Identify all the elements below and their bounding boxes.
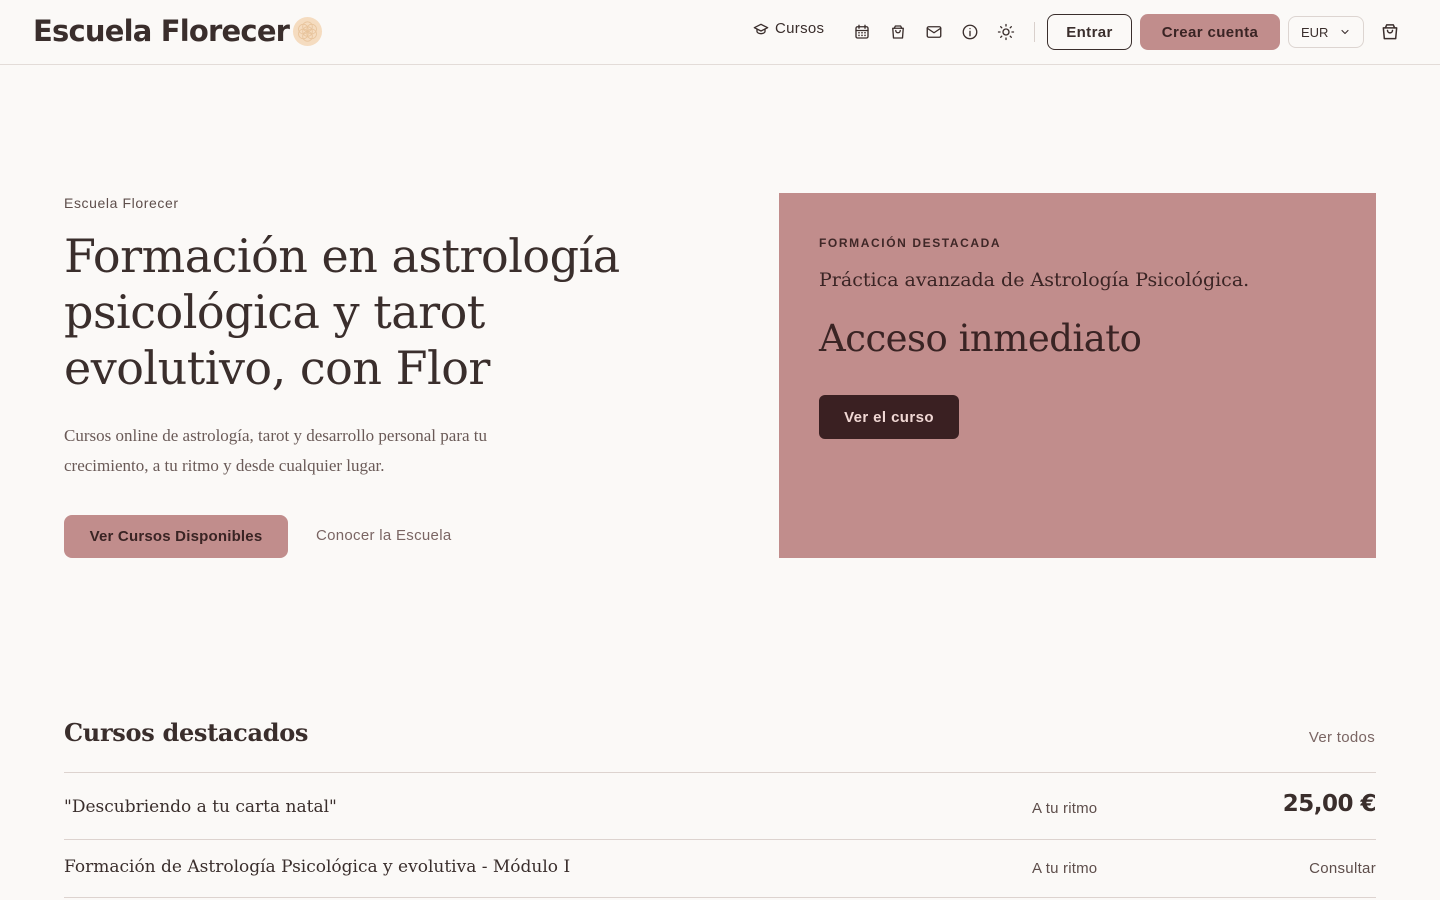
chevron-down-icon <box>1341 29 1349 35</box>
cart-icon[interactable] <box>1380 22 1400 42</box>
featured-course-title: Práctica avanzada de Astrología Psicológ… <box>819 269 1250 291</box>
nav-courses-label: Cursos <box>775 20 825 37</box>
hero-eyebrow: Escuela Florecer <box>64 195 179 211</box>
featured-course-card: FORMACIÓN DESTACADA Práctica avanzada de… <box>779 193 1376 558</box>
currency-value: EUR <box>1301 24 1329 40</box>
course-row[interactable]: "Descubriendo a tu carta natal" A tu rit… <box>64 773 1377 831</box>
course-price: 25,00 € <box>1282 791 1377 817</box>
featured-access-label: Acceso inmediato <box>819 317 1142 360</box>
calendar-icon[interactable] <box>853 23 871 41</box>
sun-icon[interactable] <box>997 23 1015 41</box>
flower-of-life-icon <box>292 16 323 47</box>
hero-subtitle: Cursos online de astrología, tarot y des… <box>64 426 487 475</box>
featured-courses-title: Cursos destacados <box>64 718 309 747</box>
currency-select[interactable]: EUR <box>1288 16 1364 48</box>
signup-button[interactable]: Crear cuenta <box>1140 14 1280 50</box>
see-all-link[interactable]: Ver todos <box>1309 729 1375 746</box>
nav-divider <box>1034 22 1035 42</box>
course-pace: A tu ritmo <box>1032 860 1098 877</box>
hero-title: Formación en astrología psicológica y ta… <box>64 229 620 395</box>
course-name: "Descubriendo a tu carta natal" <box>64 797 337 817</box>
nav-courses-link[interactable]: Cursos <box>753 20 824 37</box>
view-courses-button[interactable]: Ver Cursos Disponibles <box>64 515 288 558</box>
view-course-button[interactable]: Ver el curso <box>819 395 959 439</box>
info-icon[interactable] <box>961 23 979 41</box>
course-row[interactable]: Formación de Astrología Psicológica y ev… <box>64 840 1376 898</box>
course-price: Consultar <box>1309 860 1376 877</box>
mail-icon[interactable] <box>925 23 943 41</box>
course-name: Formación de Astrología Psicológica y ev… <box>64 857 571 877</box>
login-button[interactable]: Entrar <box>1047 14 1132 50</box>
divider <box>64 897 1376 898</box>
course-pace: A tu ritmo <box>1032 800 1098 817</box>
brand-logo-text[interactable]: Escuela Florecer <box>33 14 290 48</box>
graduation-cap-icon <box>753 23 769 34</box>
about-school-link[interactable]: Conocer la Escuela <box>316 527 451 544</box>
site-header: Escuela Florecer Cursos Entrar Crear cue… <box>0 0 1440 65</box>
shopping-bag-icon[interactable] <box>889 23 907 41</box>
featured-eyebrow: FORMACIÓN DESTACADA <box>819 236 1002 250</box>
